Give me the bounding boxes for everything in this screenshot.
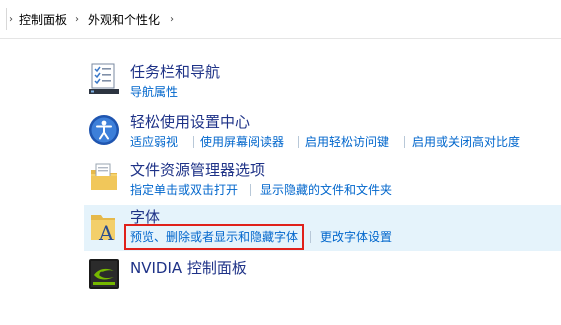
low-vision-link[interactable]: 适应弱视: [130, 134, 178, 150]
font-settings-link[interactable]: 更改字体设置: [320, 229, 392, 245]
svg-text:A: A: [98, 221, 114, 243]
navigation-properties-link[interactable]: 导航属性: [130, 84, 178, 100]
single-double-click-link[interactable]: 指定单击或双击打开: [130, 182, 238, 198]
ease-of-access-title[interactable]: 轻松使用设置中心: [130, 112, 250, 132]
breadcrumb-separator[interactable]: ›: [9, 12, 13, 28]
breadcrumb-control-panel[interactable]: 控制面板: [19, 12, 67, 28]
taskbar-navigation-icon[interactable]: [88, 63, 120, 95]
accessibility-keys-link[interactable]: 启用轻松访问键: [305, 134, 389, 150]
category-nvidia: NVIDIA 控制面板: [84, 256, 561, 292]
link-separator: [250, 184, 251, 196]
category-taskbar-navigation: 任务栏和导航 导航属性: [84, 60, 561, 102]
taskbar-navigation-title[interactable]: 任务栏和导航: [130, 62, 220, 82]
link-separator: [298, 136, 299, 148]
high-contrast-link[interactable]: 启用或关闭高对比度: [412, 134, 520, 150]
nvidia-icon[interactable]: [88, 258, 120, 290]
address-bar-left-divider: [0, 8, 7, 30]
ease-of-access-icon[interactable]: [88, 114, 120, 146]
breadcrumb-separator[interactable]: ›: [75, 12, 79, 28]
folder-options-icon[interactable]: [88, 162, 120, 194]
breadcrumb-appearance[interactable]: 外观和个性化: [88, 12, 160, 28]
file-explorer-options-title[interactable]: 文件资源管理器选项: [130, 160, 265, 180]
link-separator: [404, 136, 405, 148]
screen-reader-link[interactable]: 使用屏幕阅读器: [200, 134, 284, 150]
nvidia-control-panel-title[interactable]: NVIDIA 控制面板: [130, 258, 247, 278]
address-bar[interactable]: › 控制面板 › 外观和个性化 ›: [0, 0, 561, 39]
link-separator: [193, 136, 194, 148]
category-file-explorer-options: 文件资源管理器选项 指定单击或双击打开 显示隐藏的文件和文件夹: [84, 158, 561, 200]
breadcrumb-separator[interactable]: ›: [170, 12, 174, 28]
category-ease-of-access: 轻松使用设置中心 适应弱视 使用屏幕阅读器 启用轻松访问键 启用或关闭高对比度: [84, 110, 561, 152]
link-separator: [310, 231, 311, 243]
show-hidden-files-link[interactable]: 显示隐藏的文件和文件夹: [260, 182, 392, 198]
fonts-folder-icon[interactable]: A: [88, 211, 120, 245]
annotation-highlight-box: [124, 224, 304, 250]
